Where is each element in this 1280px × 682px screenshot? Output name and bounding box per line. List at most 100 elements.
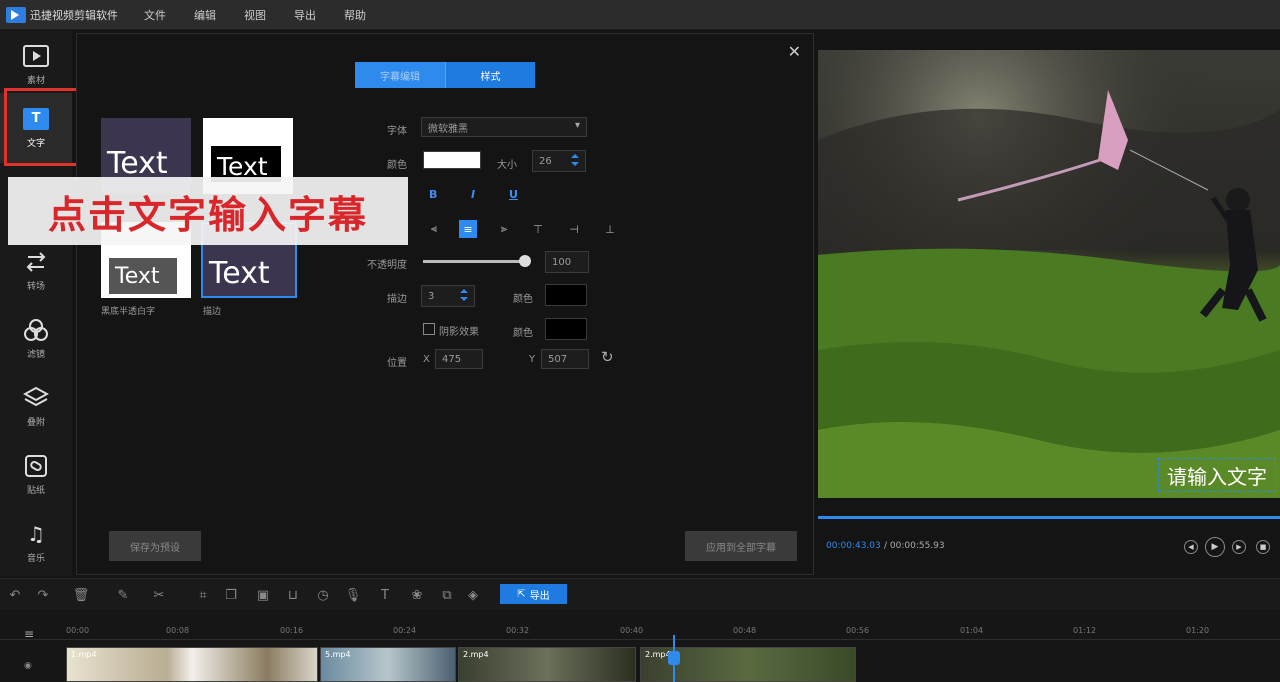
microphone-icon[interactable]: 🎙 — [344, 586, 362, 604]
size-stepper[interactable]: 26 — [532, 150, 586, 172]
timeline-clip[interactable]: 5.mp4 — [320, 647, 456, 682]
italic-button[interactable]: I — [471, 188, 475, 201]
copy-icon[interactable]: ❐ — [222, 586, 240, 604]
tutorial-caption: 点击文字输入字幕 — [8, 177, 408, 245]
stepper-arrows-icon[interactable] — [571, 154, 579, 168]
visibility-icon[interactable]: ◉ — [24, 661, 32, 671]
reset-icon[interactable]: ↻ — [601, 348, 614, 366]
clip-label: 2.mp4 — [645, 650, 671, 659]
export-icon: ⇱ — [517, 588, 526, 600]
x-value: 475 — [442, 353, 462, 365]
export-button[interactable]: ⇱ 导出 — [500, 584, 567, 604]
position-x-input[interactable]: 475 — [435, 349, 483, 369]
sticker-icon — [23, 454, 49, 477]
bold-button[interactable]: B — [429, 188, 437, 201]
opacity-slider[interactable] — [423, 260, 525, 263]
stroke-stepper[interactable]: 3 — [421, 285, 475, 307]
opacity-input[interactable]: 100 — [545, 251, 589, 273]
size-label: 大小 — [497, 160, 517, 171]
freeze-icon[interactable]: ▣ — [254, 586, 272, 604]
y-label: Y — [529, 354, 536, 365]
underline-button[interactable]: U — [509, 188, 518, 201]
color-adjust-icon[interactable]: ❀ — [408, 586, 426, 604]
menu-view[interactable]: 视图 — [244, 7, 266, 23]
menu-export[interactable]: 导出 — [294, 7, 316, 23]
menu-file[interactable]: 文件 — [144, 7, 166, 23]
apply-all-button[interactable]: 应用到全部字幕 — [685, 531, 797, 561]
clip-label: 2.mp4 — [463, 650, 489, 659]
sidebar-item-label: 转场 — [26, 281, 45, 292]
timeline[interactable]: ≡ 00:00 00:08 00:16 00:24 00:32 00:40 00… — [0, 611, 1280, 682]
font-select[interactable]: 微软雅黑 ▾ — [421, 117, 587, 137]
duplicate-icon[interactable]: ⧉ — [438, 586, 456, 604]
app-window: 迅捷视频剪辑软件 文件 编辑 视图 导出 帮助 素材 T 文字 转场 滤镜 叠附… — [0, 0, 1280, 682]
crop-icon[interactable]: ⌗ — [194, 586, 212, 604]
playhead-handle[interactable] — [668, 651, 680, 665]
stroke-color-swatch[interactable] — [545, 284, 587, 306]
close-icon[interactable]: ✕ — [788, 42, 801, 61]
save-preset-button[interactable]: 保存为预设 — [109, 531, 201, 561]
stepper-arrows-icon[interactable] — [460, 289, 468, 303]
sidebar-item-label: 音乐 — [26, 553, 45, 564]
align-bottom-icon[interactable]: ⊥ — [601, 220, 619, 238]
video-preview[interactable]: 请输入文字 — [818, 50, 1280, 498]
align-right-icon[interactable]: ⫸ — [495, 220, 513, 238]
cut-icon[interactable]: ✂ — [150, 586, 168, 604]
tick-label: 00:08 — [166, 626, 190, 635]
shadow-label: 阴影效果 — [439, 327, 479, 338]
sidebar-item-music[interactable]: ♫ 音乐 — [0, 511, 72, 575]
menu-edit[interactable]: 编辑 — [194, 7, 216, 23]
font-label: 字体 — [387, 126, 407, 137]
app-title: 迅捷视频剪辑软件 — [30, 8, 118, 22]
mosaic-icon[interactable]: ⊔ — [284, 586, 302, 604]
sidebar-item-sticker[interactable]: 贴纸 — [0, 443, 72, 507]
marker-icon[interactable]: ◈ — [464, 586, 482, 604]
next-frame-icon[interactable]: ▶ — [1232, 540, 1246, 554]
shadow-checkbox[interactable] — [423, 323, 435, 335]
tutorial-caption-text: 点击文字输入字幕 — [47, 192, 368, 237]
subtitle-editor-panel: ✕ 字幕编辑 样式 Text Text Text 黑底半透白字 Text 描边 … — [76, 33, 814, 575]
menu-help[interactable]: 帮助 — [344, 7, 366, 23]
edit-icon[interactable]: ✎ — [114, 586, 132, 604]
subtitle-placeholder: 请输入文字 — [1167, 464, 1267, 489]
total-time: / 00:00:55.93 — [884, 541, 945, 551]
sidebar-item-filter[interactable]: 滤镜 — [0, 307, 72, 371]
layers-icon — [23, 386, 49, 409]
align-top-icon[interactable]: ⊤ — [529, 220, 547, 238]
sidebar-item-label: 叠附 — [26, 417, 45, 428]
shadow-color-swatch[interactable] — [545, 318, 587, 340]
tab-subtitle-edit[interactable]: 字幕编辑 — [355, 62, 445, 88]
undo-icon[interactable]: ↶ — [6, 586, 24, 604]
sidebar-item-transition[interactable]: 转场 — [0, 239, 72, 303]
preview-progress-bar[interactable] — [818, 516, 1280, 519]
delete-icon[interactable]: 🗑 — [72, 586, 90, 604]
text-to-speech-icon[interactable]: T — [376, 586, 394, 604]
align-left-icon[interactable]: ⫷ — [425, 220, 443, 238]
tick-label: 01:20 — [1186, 626, 1210, 635]
chevron-down-icon: ▾ — [574, 120, 580, 131]
timeline-clip[interactable]: 2.mp4 — [458, 647, 636, 682]
shadow-color-label: 颜色 — [513, 328, 533, 339]
play-icon[interactable]: ▶ — [1205, 537, 1225, 557]
timeline-clip[interactable]: 1.mp4 — [66, 647, 318, 682]
align-center-icon[interactable]: ≡ — [459, 220, 477, 238]
speed-icon[interactable]: ◷ — [314, 586, 332, 604]
sidebar-item-label: 素材 — [26, 75, 45, 86]
tab-style[interactable]: 样式 — [445, 62, 535, 88]
text-color-swatch[interactable] — [423, 151, 481, 169]
subtitle-textbox[interactable]: 请输入文字 — [1158, 458, 1276, 492]
align-middle-icon[interactable]: ⊣ — [565, 220, 583, 238]
previous-frame-icon[interactable]: ◀ — [1184, 540, 1198, 554]
stop-icon[interactable]: ■ — [1256, 540, 1270, 554]
redo-icon[interactable]: ↷ — [34, 586, 52, 604]
current-time: 00:00:43.03 — [826, 541, 881, 551]
ruler-line — [0, 639, 1280, 640]
transition-icon — [23, 251, 49, 273]
preset-label: 描边 — [203, 307, 222, 317]
stroke-value: 3 — [428, 290, 435, 302]
stroke-label: 描边 — [387, 294, 407, 305]
opacity-slider-handle[interactable] — [519, 255, 531, 267]
sidebar-item-overlay[interactable]: 叠附 — [0, 375, 72, 439]
position-y-input[interactable]: 507 — [541, 349, 589, 369]
size-value: 26 — [539, 155, 552, 167]
